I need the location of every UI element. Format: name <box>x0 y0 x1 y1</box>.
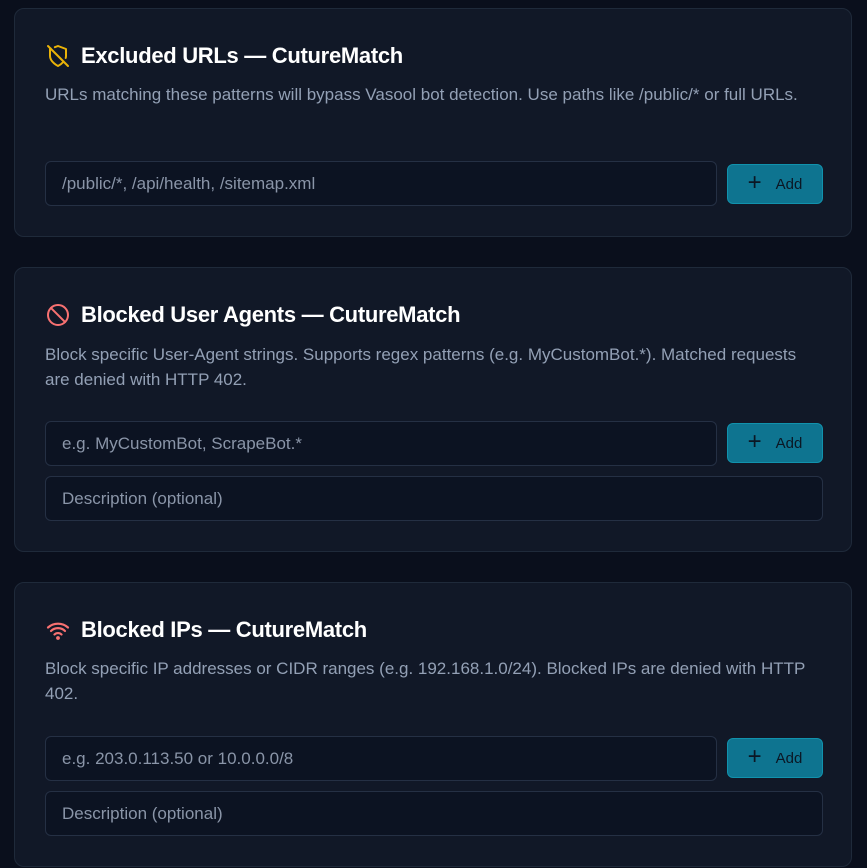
add-user-agent-button[interactable]: + Add <box>727 423 823 463</box>
blocked-ips-header: Blocked IPs — CutureMatch <box>45 617 367 643</box>
add-ip-button[interactable]: + Add <box>727 738 823 778</box>
add-label: Add <box>775 749 803 767</box>
excluded-url-input[interactable] <box>45 161 717 206</box>
ip-input[interactable] <box>45 736 717 781</box>
user-agent-input[interactable] <box>45 421 717 466</box>
ban-icon <box>45 302 71 328</box>
add-label: Add <box>775 175 803 193</box>
shield-off-icon <box>45 43 71 69</box>
excluded-urls-description: URLs matching these patterns will bypass… <box>45 85 798 104</box>
wifi-icon <box>45 617 71 643</box>
blocked-ips-card: Blocked IPs — CutureMatch Block specific… <box>14 582 852 867</box>
plus-icon: + <box>747 743 762 770</box>
blocked-ips-description: Block specific IP addresses or CIDR rang… <box>45 659 806 703</box>
user-agent-description-input[interactable] <box>45 476 823 521</box>
plus-icon: + <box>747 169 762 196</box>
blocked-ips-title: Blocked IPs — CutureMatch <box>81 617 367 642</box>
excluded-urls-card: Excluded URLs — CutureMatch URLs matchin… <box>14 8 852 237</box>
add-excluded-url-button[interactable]: + Add <box>727 164 823 204</box>
excluded-urls-header: Excluded URLs — CutureMatch <box>45 43 403 69</box>
blocked-agents-title: Blocked User Agents — CutureMatch <box>81 302 461 327</box>
add-label: Add <box>775 434 803 452</box>
plus-icon: + <box>747 428 762 455</box>
excluded-urls-title: Excluded URLs — CutureMatch <box>81 43 403 68</box>
blocked-agents-header: Blocked User Agents — CutureMatch <box>45 302 461 328</box>
blocked-agents-card: Blocked User Agents — CutureMatch Block … <box>14 267 852 552</box>
blocked-agents-description: Block specific User-Agent strings. Suppo… <box>45 345 797 389</box>
ip-description-input[interactable] <box>45 791 823 836</box>
